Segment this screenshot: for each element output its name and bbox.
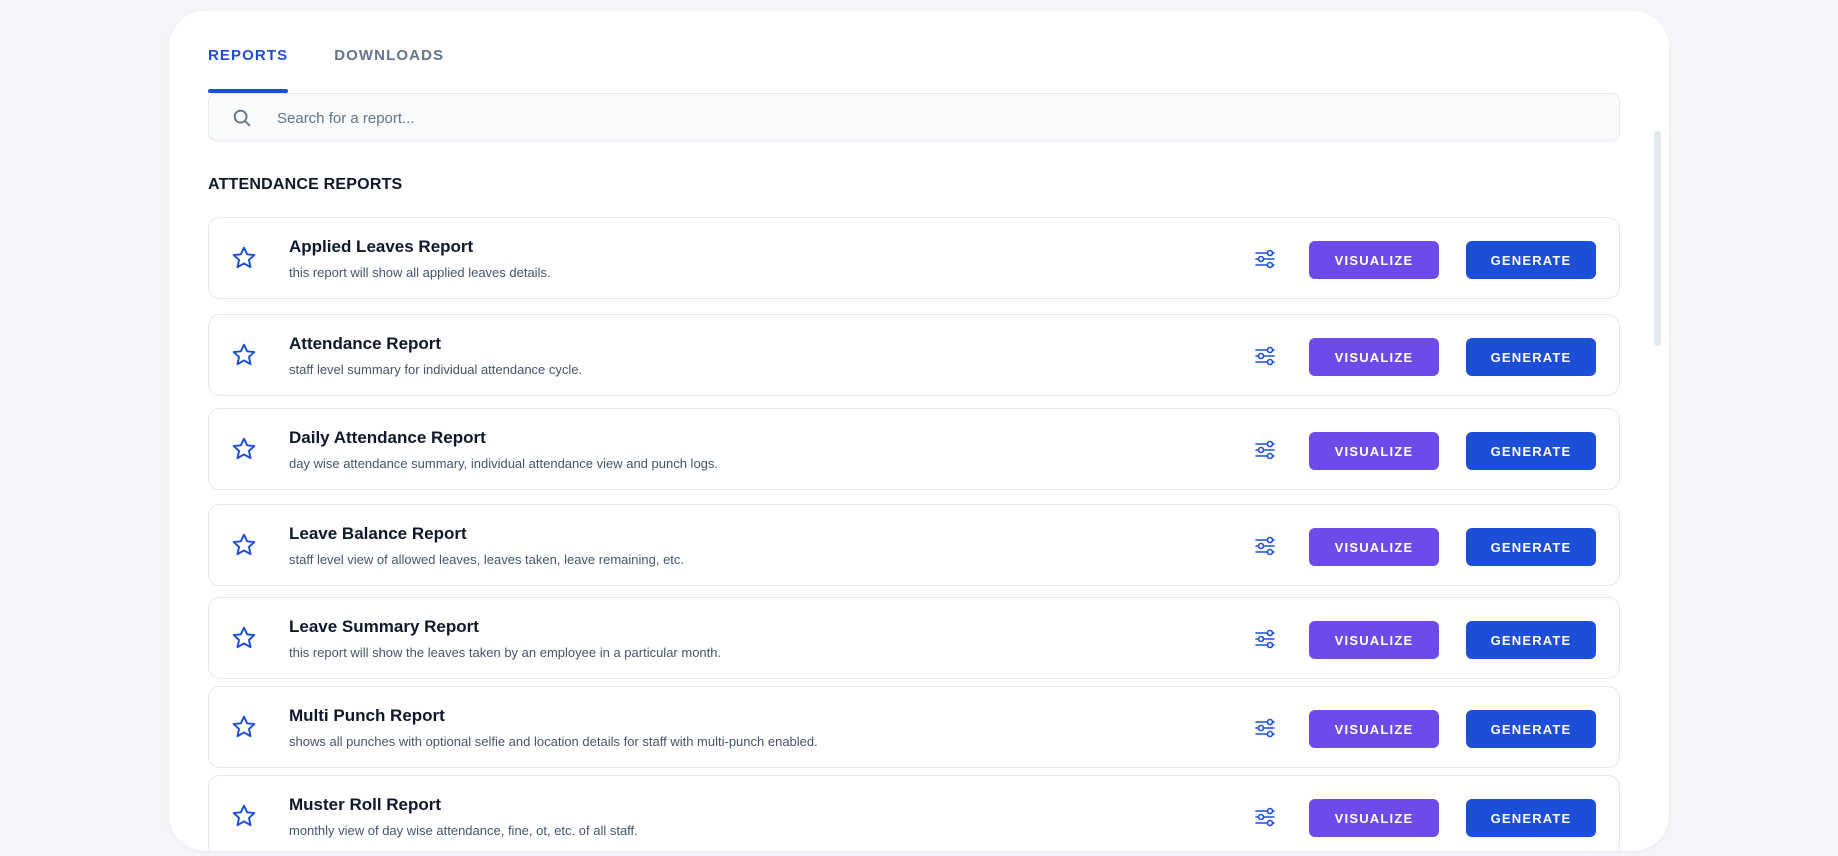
report-text: Applied Leaves Report this report will s… [289,237,551,280]
report-row: Attendance Report staff level summary fo… [208,314,1620,396]
search-bar [208,93,1620,142]
generate-button[interactable]: GENERATE [1466,621,1596,659]
sliders-icon[interactable] [1253,438,1277,462]
report-description: shows all punches with optional selfie a… [289,734,818,749]
generate-button[interactable]: GENERATE [1466,710,1596,748]
tab-reports[interactable]: REPORTS [208,47,289,95]
sliders-icon[interactable] [1253,247,1277,271]
report-title: Daily Attendance Report [289,428,486,447]
visualize-button[interactable]: VISUALIZE [1309,528,1439,566]
scrollbar[interactable] [1654,131,1661,346]
report-row: Muster Roll Report monthly view of day w… [208,775,1620,851]
generate-button[interactable]: GENERATE [1466,432,1596,470]
sliders-icon[interactable] [1253,627,1277,651]
report-description: this report will show the leaves taken b… [289,645,722,660]
star-icon[interactable] [231,803,257,829]
report-row: Multi Punch Report shows all punches wit… [208,686,1620,768]
tab-downloads[interactable]: DOWNLOADS [334,47,444,95]
sliders-icon[interactable] [1253,805,1277,829]
report-title: Leave Balance Report [289,524,467,543]
report-row: Leave Balance Report staff level view of… [208,504,1620,586]
search-input[interactable] [275,94,1579,142]
generate-button[interactable]: GENERATE [1466,799,1596,837]
visualize-button[interactable]: VISUALIZE [1309,621,1439,659]
report-description: staff level summary for individual atten… [289,362,583,377]
visualize-button[interactable]: VISUALIZE [1309,338,1439,376]
section-title: ATTENDANCE REPORTS [208,176,403,193]
star-icon[interactable] [231,625,257,651]
report-description: this report will show all applied leaves… [289,265,551,280]
report-title: Multi Punch Report [289,706,445,725]
report-title: Leave Summary Report [289,617,479,636]
report-title: Applied Leaves Report [289,237,474,256]
search-icon [233,109,251,127]
report-title: Attendance Report [289,334,442,353]
visualize-button[interactable]: VISUALIZE [1309,799,1439,837]
report-text: Muster Roll Report monthly view of day w… [289,795,638,838]
star-icon[interactable] [231,245,257,271]
sliders-icon[interactable] [1253,344,1277,368]
report-row: Daily Attendance Report day wise attenda… [208,408,1620,490]
sliders-icon[interactable] [1253,534,1277,558]
report-text: Multi Punch Report shows all punches wit… [289,706,818,749]
generate-button[interactable]: GENERATE [1466,241,1596,279]
generate-button[interactable]: GENERATE [1466,528,1596,566]
report-row: Applied Leaves Report this report will s… [208,217,1620,299]
report-description: monthly view of day wise attendance, fin… [289,823,638,838]
report-description: staff level view of allowed leaves, leav… [289,552,685,567]
sliders-icon[interactable] [1253,716,1277,740]
report-text: Attendance Report staff level summary fo… [289,334,582,377]
report-title: Muster Roll Report [289,795,442,814]
star-icon[interactable] [231,532,257,558]
report-text: Daily Attendance Report day wise attenda… [289,428,718,471]
tab-bar: REPORTS DOWNLOADS [208,47,490,95]
star-icon[interactable] [231,436,257,462]
report-text: Leave Balance Report staff level view of… [289,524,684,567]
generate-button[interactable]: GENERATE [1466,338,1596,376]
visualize-button[interactable]: VISUALIZE [1309,432,1439,470]
visualize-button[interactable]: VISUALIZE [1309,710,1439,748]
star-icon[interactable] [231,714,257,740]
report-text: Leave Summary Report this report will sh… [289,617,721,660]
visualize-button[interactable]: VISUALIZE [1309,241,1439,279]
report-row: Leave Summary Report this report will sh… [208,597,1620,679]
report-description: day wise attendance summary, individual … [289,456,719,471]
star-icon[interactable] [231,342,257,368]
reports-card: REPORTS DOWNLOADS ATTENDANCE REPORTS App… [169,11,1669,851]
